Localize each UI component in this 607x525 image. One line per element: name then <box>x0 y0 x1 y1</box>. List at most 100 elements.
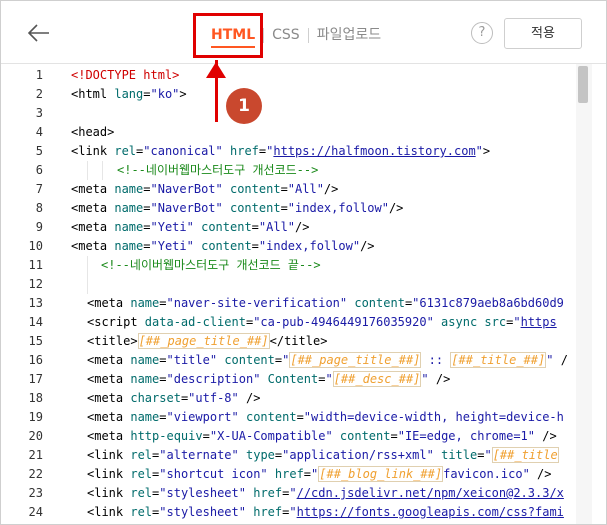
code-text: <meta name="NaverBot" content="All"/> <box>71 180 338 199</box>
code-token: <html <box>71 87 115 101</box>
code-token: "stylesheet" <box>159 505 246 519</box>
line-number: 24 <box>28 505 43 519</box>
code-token: href <box>230 144 259 158</box>
code-token: lang <box>114 87 144 101</box>
indent-guide <box>102 161 103 180</box>
code-line: 22 <link rel="shortcut icon" href="[##_bl… <box>1 465 576 484</box>
indent-guide <box>87 161 88 180</box>
code-token: name <box>130 372 160 386</box>
code-text: <meta name="Yeti" content="All"/> <box>71 218 309 237</box>
code-token: /> <box>529 467 552 481</box>
code-text: <link rel="canonical" href="https://half… <box>71 142 490 161</box>
tab-css[interactable]: CSS <box>264 20 308 50</box>
code-token: "stylesheet" <box>159 486 246 500</box>
code-line: 10 <meta name="Yeti" content="index,follo… <box>1 237 576 256</box>
code-token: = <box>143 201 151 215</box>
code-token: "ko" <box>150 87 180 101</box>
code-line: 2 <html lang="ko"> <box>1 85 576 104</box>
line-number: 6 <box>35 163 43 177</box>
code-token: /> <box>295 220 310 234</box>
code-token: > <box>179 87 187 101</box>
code-token: = <box>143 87 151 101</box>
code-token: " <box>484 448 492 462</box>
code-token: name <box>130 410 160 424</box>
code-token: name <box>114 239 144 253</box>
code-token: /> <box>238 391 261 405</box>
line-number: 22 <box>28 467 43 481</box>
callout-number-badge: 1 <box>226 88 262 124</box>
code-token: content <box>229 201 281 215</box>
code-editor[interactable]: 1 <!DOCTYPE html> 2 <html lang="ko"> 3 4 <head… <box>1 64 606 524</box>
code-token: " <box>325 372 333 386</box>
back-arrow-icon[interactable] <box>27 21 51 45</box>
code-token: https <box>520 315 557 329</box>
code-text: <link rel="stylesheet" href="//cdn.jsdel… <box>87 484 564 503</box>
code-line: 3 <box>1 104 576 123</box>
code-text: <meta name="Yeti" content="index,follow"… <box>71 237 375 256</box>
code-token: "index,follow" <box>258 239 361 253</box>
code-token: = <box>159 372 167 386</box>
code-token: type <box>246 448 275 462</box>
code-token: http-equiv <box>130 429 203 443</box>
code-token: /> <box>428 372 451 386</box>
code-token: = <box>143 220 151 234</box>
code-token: "All" <box>287 182 324 196</box>
code-token: rel <box>130 486 153 500</box>
tab-file-upload[interactable]: 파일업로드 <box>309 20 389 50</box>
code-token: content <box>354 296 405 310</box>
code-token: [##_page_title_##] <box>289 352 422 368</box>
code-token: "index,follow" <box>287 201 389 215</box>
code-line: 1 <!DOCTYPE html> <box>1 66 576 85</box>
line-number: 2 <box>35 87 43 101</box>
code-token: href <box>253 486 283 500</box>
apply-button[interactable]: 적용 <box>504 18 582 49</box>
code-token: <meta <box>87 353 131 367</box>
code-token: <meta <box>87 372 131 386</box>
help-icon[interactable]: ? <box>471 22 493 44</box>
code-token: "viewport" <box>166 410 239 424</box>
code-token: href <box>274 467 304 481</box>
code-text: <meta name="description" Content="[##_de… <box>87 370 450 389</box>
code-token: content <box>339 429 391 443</box>
code-token: name <box>130 353 160 367</box>
code-token: " <box>289 505 297 519</box>
line-number: 8 <box>35 201 43 215</box>
code-token: "alternate" <box>159 448 239 462</box>
code-line: 6 <!--네이버웹마스터도구 개선코드--> <box>1 161 576 180</box>
code-token: name <box>114 182 144 196</box>
code-line: 21 <link rel="alternate" type="applicatio… <box>1 446 576 465</box>
code-token: /> <box>360 239 375 253</box>
code-line: 19 <meta name="viewport" content="width=d… <box>1 408 576 427</box>
code-token: = <box>251 220 259 234</box>
code-line: 8 <meta name="NaverBot" content="index,fo… <box>1 199 576 218</box>
code-token: [##_page_title_##] <box>137 333 270 349</box>
line-number: 10 <box>28 239 43 253</box>
line-number: 12 <box>28 277 43 291</box>
vertical-scrollbar[interactable] <box>576 64 592 524</box>
code-token: / <box>553 353 568 367</box>
code-token: "NaverBot" <box>150 182 223 196</box>
code-token: /> <box>323 182 339 196</box>
line-number: 11 <box>28 258 43 272</box>
code-token: <link <box>87 448 131 462</box>
scrollbar-thumb[interactable] <box>578 66 588 103</box>
code-token: " <box>475 144 483 158</box>
code-token: <link <box>87 467 131 481</box>
html-editor-window: HTML CSS 파일업로드 ? 적용 1 <!DOCTYPE html> 2 <ht… <box>0 0 607 525</box>
html-tab-highlight-box <box>193 13 263 58</box>
code-text: <!--네이버웹마스터도구 개선코드 끝--> <box>101 256 321 275</box>
code-token: " <box>289 486 297 500</box>
line-number: 16 <box>28 353 43 367</box>
code-line: 24 <link rel="stylesheet" href="https://f… <box>1 503 576 522</box>
code-token: [##_title_##] <box>450 352 547 368</box>
code-token: <!--네이버웹마스터도구 개선코드--> <box>117 163 319 177</box>
code-text: <meta name="title" content="[##_page_tit… <box>87 351 568 370</box>
code-line: 15 <title>[##_page_title_##]</title> <box>1 332 576 351</box>
code-token: "X-UA-Compatible" <box>209 429 333 443</box>
